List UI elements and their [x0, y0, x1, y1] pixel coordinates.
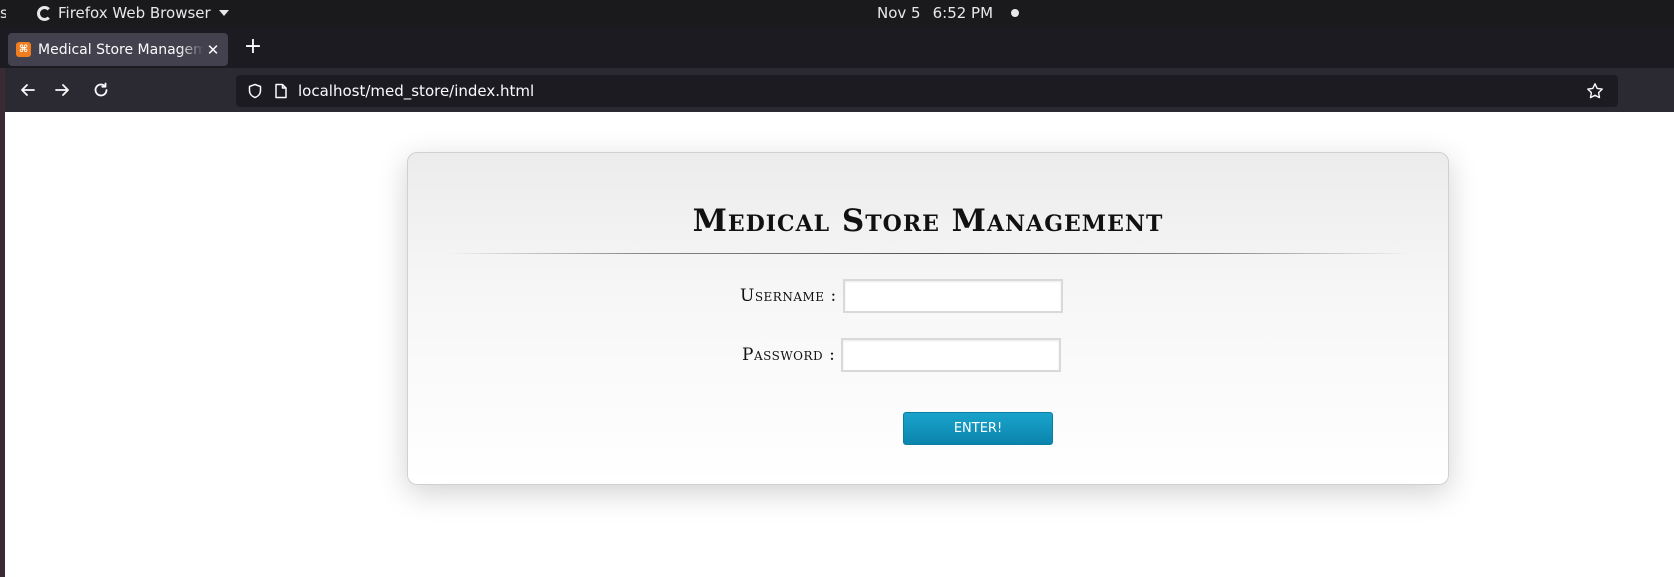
page-icon[interactable] — [272, 82, 290, 100]
username-label: Username : — [740, 286, 837, 306]
tab-title: Medical Store Management — [38, 41, 204, 58]
arrow-left-icon — [21, 84, 35, 96]
system-top-bar: s Firefox Web Browser Nov 5 6:52 PM — [0, 0, 1674, 27]
forward-button[interactable] — [48, 76, 76, 104]
url-text[interactable]: localhost/med_store/index.html — [298, 82, 1584, 100]
app-menu-label: Firefox Web Browser — [58, 4, 211, 22]
username-row: Username : — [740, 279, 1063, 313]
password-field[interactable] — [841, 338, 1062, 372]
page-content: Medical Store Management Username : Pass… — [5, 112, 1674, 577]
close-icon[interactable]: ✕ — [206, 41, 220, 59]
reload-icon — [94, 82, 108, 97]
chevron-down-icon — [218, 10, 229, 16]
app-menu[interactable]: Firefox Web Browser — [37, 4, 229, 22]
clock-date: Nov 5 — [877, 4, 921, 22]
arrow-right-icon — [55, 84, 69, 96]
title-divider — [448, 253, 1410, 254]
activities-button[interactable]: s — [0, 4, 6, 22]
password-label: Password : — [742, 345, 836, 365]
new-tab-button[interactable]: + — [241, 33, 265, 63]
clock-time: 6:52 PM — [932, 4, 994, 22]
clock[interactable]: Nov 5 6:52 PM — [877, 4, 1020, 22]
browser-tab[interactable]: ⌘ Medical Store Management ✕ — [8, 33, 228, 66]
firefox-icon — [37, 5, 52, 21]
bookmark-star-icon[interactable] — [1584, 80, 1606, 102]
xampp-icon: ⌘ — [16, 42, 31, 57]
password-row: Password : — [742, 338, 1062, 372]
notification-dot-icon — [1011, 9, 1020, 17]
back-button[interactable] — [14, 76, 42, 104]
enter-button[interactable]: ENTER! — [903, 412, 1053, 445]
login-card: Medical Store Management Username : Pass… — [407, 152, 1449, 485]
page-title: Medical Store Management — [692, 203, 1164, 239]
reload-button[interactable] — [87, 76, 115, 104]
shield-icon[interactable] — [246, 82, 264, 100]
tab-strip: ⌘ Medical Store Management ✕ + — [0, 27, 1674, 68]
username-field[interactable] — [842, 279, 1063, 313]
navigation-toolbar: localhost/med_store/index.html — [0, 68, 1674, 112]
address-bar[interactable]: localhost/med_store/index.html — [236, 75, 1618, 107]
